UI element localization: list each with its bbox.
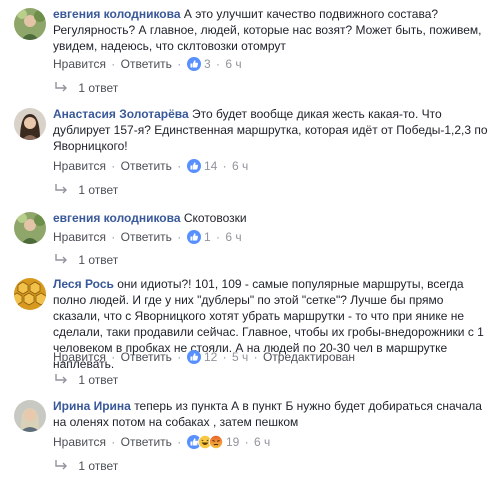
comment-body: Анастасия Золотарёва Это будет вообще ди… [53, 106, 488, 154]
reaction-summary[interactable]: 3 [186, 57, 214, 71]
replies-count[interactable]: 1 ответ [78, 373, 118, 387]
separator: · [111, 230, 116, 244]
comment-body: евгения колодникова А это улучшит качест… [53, 6, 488, 54]
comment-author[interactable]: Леся Рось [53, 277, 114, 291]
separator: · [253, 350, 258, 364]
like-icon [186, 57, 201, 71]
comment-actions: Нравится · Ответить · 3 · 6 ч [53, 56, 242, 72]
reply-button[interactable]: Ответить [121, 230, 172, 244]
separator: · [111, 159, 116, 173]
view-replies[interactable]: 1 ответ [53, 182, 118, 198]
view-replies[interactable]: 1 ответ [53, 458, 118, 474]
edited-label[interactable]: Отредактирован [263, 350, 355, 364]
timestamp[interactable]: 6 ч [232, 159, 248, 173]
separator: · [244, 435, 249, 449]
view-replies[interactable]: 1 ответ [53, 252, 118, 268]
view-replies[interactable]: 1 ответ [53, 80, 118, 96]
reaction-summary[interactable]: 1 [186, 230, 214, 244]
reply-button[interactable]: Ответить [121, 435, 172, 449]
timestamp[interactable]: 5 ч [232, 350, 248, 364]
avatar[interactable] [14, 278, 46, 310]
reaction-count: 19 [225, 435, 240, 449]
timestamp[interactable]: 6 ч [225, 57, 241, 71]
separator: · [222, 350, 227, 364]
angry-icon [208, 435, 223, 449]
reaction-count: 3 [203, 57, 211, 71]
reaction-count: 12 [203, 350, 218, 364]
separator: · [177, 230, 182, 244]
reaction-count: 14 [203, 159, 218, 173]
comment-body: Ирина Ирина теперь из пункта А в пункт Б… [53, 398, 488, 430]
replies-count[interactable]: 1 ответ [78, 183, 118, 197]
separator: · [111, 57, 116, 71]
avatar[interactable] [14, 108, 46, 140]
avatar[interactable] [14, 8, 46, 40]
replies-count[interactable]: 1 ответ [78, 81, 118, 95]
comment-author[interactable]: евгения колодникова [53, 7, 181, 21]
separator: · [177, 57, 182, 71]
reply-arrow-icon [55, 460, 67, 470]
separator: · [177, 159, 182, 173]
reply-button[interactable]: Ответить [121, 57, 172, 71]
reaction-summary[interactable]: 19 [186, 435, 243, 449]
comment-actions: Нравится · Ответить · 12 · 5 ч · Отредак… [53, 349, 355, 365]
comment-actions: Нравится · Ответить · 19 · 6 ч [53, 434, 270, 450]
like-button[interactable]: Нравится [53, 230, 106, 244]
reaction-summary[interactable]: 12 [186, 350, 221, 364]
like-icon [186, 230, 201, 244]
separator: · [216, 230, 220, 244]
separator: · [177, 350, 182, 364]
like-icon [186, 350, 201, 364]
replies-count[interactable]: 1 ответ [78, 253, 118, 267]
comment-actions: Нравится · Ответить · 14 · 6 ч [53, 158, 248, 174]
separator: · [177, 435, 182, 449]
avatar[interactable] [14, 400, 46, 432]
avatar[interactable] [14, 212, 46, 244]
reaction-summary[interactable]: 14 [186, 159, 221, 173]
comment-text: Скотовозки [183, 211, 247, 225]
like-button[interactable]: Нравится [53, 435, 106, 449]
reply-button[interactable]: Ответить [121, 350, 172, 364]
reaction-count: 1 [203, 230, 211, 244]
like-icon [186, 159, 201, 173]
like-button[interactable]: Нравится [53, 57, 106, 71]
like-button[interactable]: Нравится [53, 159, 106, 173]
reply-button[interactable]: Ответить [121, 159, 172, 173]
comment-actions: Нравится · Ответить · 1 · 6 ч [53, 229, 242, 245]
comment-body: евгения колодникова Скотовозки [53, 210, 488, 226]
reply-arrow-icon [55, 82, 67, 92]
separator: · [222, 159, 227, 173]
separator: · [216, 57, 220, 71]
comment-author[interactable]: Анастасия Золотарёва [53, 107, 189, 121]
comment-author[interactable]: Ирина Ирина [53, 399, 131, 413]
view-replies[interactable]: 1 ответ [53, 372, 118, 388]
like-button[interactable]: Нравится [53, 350, 106, 364]
comment-author[interactable]: евгения колодникова [53, 211, 181, 225]
timestamp[interactable]: 6 ч [225, 230, 241, 244]
reply-arrow-icon [55, 374, 67, 384]
reply-arrow-icon [55, 184, 67, 194]
timestamp[interactable]: 6 ч [254, 435, 270, 449]
reply-arrow-icon [55, 254, 67, 264]
replies-count[interactable]: 1 ответ [78, 459, 118, 473]
separator: · [111, 350, 116, 364]
separator: · [111, 435, 116, 449]
